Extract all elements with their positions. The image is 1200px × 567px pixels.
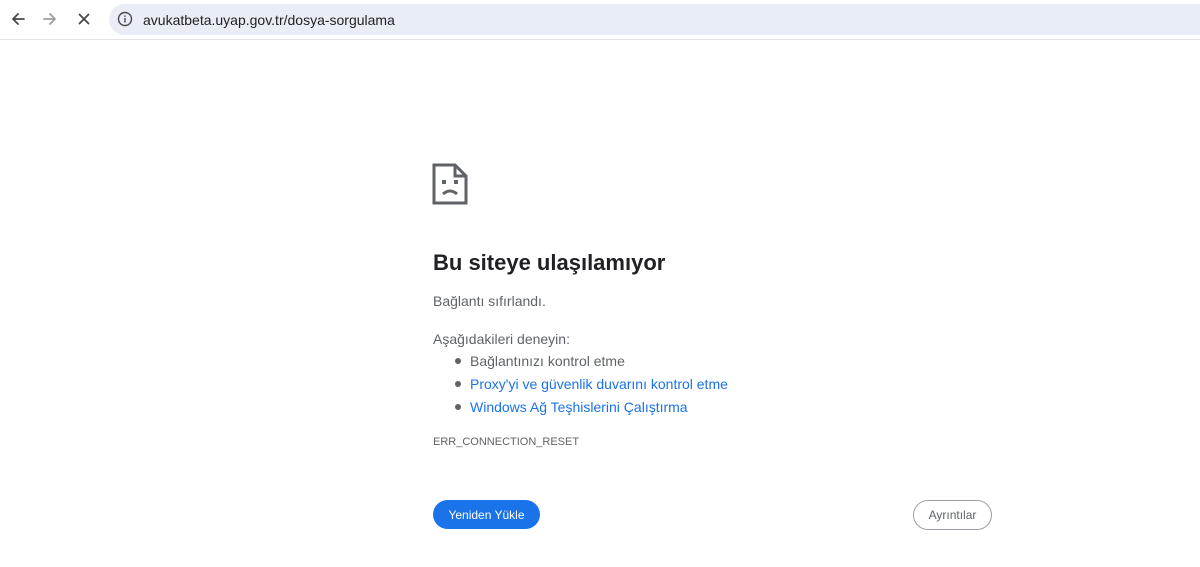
- address-bar[interactable]: avukatbeta.uyap.gov.tr/dosya-sorgulama: [109, 4, 1200, 35]
- url-text[interactable]: avukatbeta.uyap.gov.tr/dosya-sorgulama: [143, 12, 395, 28]
- suggestion-check-connection: Bağlantınızı kontrol etme: [433, 351, 728, 374]
- arrow-right-icon: [43, 13, 56, 25]
- stop-button[interactable]: [69, 4, 99, 34]
- error-subtitle: Bağlantı sıfırlandı.: [433, 293, 546, 309]
- suggestion-network-diagnostics: Windows Ağ Teşhislerini Çalıştırma: [433, 397, 728, 420]
- bullet-icon: [455, 358, 461, 364]
- bullet-icon: [455, 404, 461, 410]
- back-button[interactable]: [3, 4, 33, 34]
- forward-button[interactable]: [35, 4, 65, 34]
- bullet-icon: [455, 381, 461, 387]
- check-proxy-link[interactable]: Proxy'yi ve güvenlik duvarını kontrol et…: [470, 376, 728, 392]
- close-icon: [78, 13, 90, 25]
- reload-button[interactable]: Yeniden Yükle: [433, 500, 540, 529]
- arrow-left-icon: [12, 13, 25, 25]
- error-code: ERR_CONNECTION_RESET: [433, 436, 580, 448]
- suggestion-text: Bağlantınızı kontrol etme: [470, 353, 625, 369]
- suggestion-check-proxy: Proxy'yi ve güvenlik duvarını kontrol et…: [433, 374, 728, 397]
- suggestions-heading: Aşağıdakileri deneyin:: [433, 331, 570, 347]
- suggestions-list: Bağlantınızı kontrol etme Proxy'yi ve gü…: [433, 351, 728, 420]
- error-title: Bu siteye ulaşılamıyor: [433, 250, 666, 275]
- info-icon[interactable]: [117, 11, 133, 27]
- browser-toolbar: avukatbeta.uyap.gov.tr/dosya-sorgulama: [0, 0, 1200, 40]
- details-button[interactable]: Ayrıntılar: [913, 500, 992, 530]
- network-diagnostics-link[interactable]: Windows Ağ Teşhislerini Çalıştırma: [470, 399, 688, 415]
- sad-page-icon: [432, 163, 468, 205]
